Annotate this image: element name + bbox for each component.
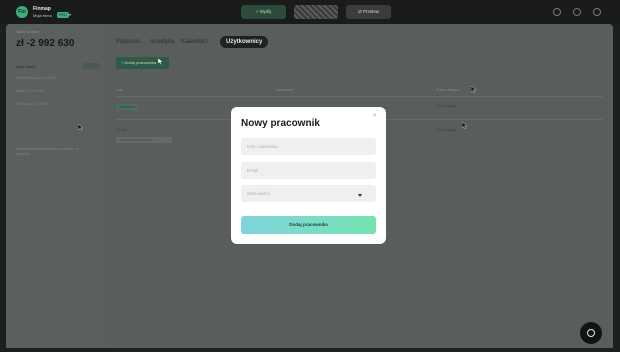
manage-accounts-button[interactable]: Zarządzaj bbox=[83, 63, 101, 69]
email-field[interactable] bbox=[241, 162, 376, 179]
cursor-icon bbox=[462, 122, 467, 129]
company-switcher[interactable]: Moja firma bbox=[33, 13, 52, 18]
transfer-button[interactable] bbox=[294, 5, 338, 19]
access-level[interactable]: Pełny dostęp bbox=[436, 104, 456, 108]
account-item[interactable]: Konto bieżące zł -500 000 bbox=[16, 76, 56, 80]
column-header-position: Stanowisko bbox=[276, 88, 294, 92]
send-button[interactable]: + Wyślij bbox=[241, 5, 286, 19]
column-header-name: Imię bbox=[116, 88, 123, 92]
accounts-sidebar: Saldo na dzień zł -2 992 630 Moje konta … bbox=[6, 24, 106, 348]
app-logo: Fin bbox=[16, 6, 28, 18]
add-employee-submit-button[interactable]: Dodaj pracownika bbox=[241, 216, 376, 234]
tab-users[interactable]: Użytkownicy bbox=[220, 36, 269, 48]
dialog-title: Nowy pracownik bbox=[241, 118, 320, 129]
accounts-section-title: Moje konta bbox=[16, 64, 36, 69]
settings-icon[interactable] bbox=[573, 8, 581, 16]
divider bbox=[116, 96, 603, 97]
cursor-icon bbox=[471, 86, 476, 93]
balance-caption: Saldo na dzień bbox=[16, 30, 40, 34]
name-field[interactable] bbox=[241, 138, 376, 155]
position-select[interactable]: Stanowisko bbox=[241, 185, 376, 202]
plan-badge: PRO bbox=[57, 12, 69, 18]
tab-calendar[interactable]: Kalendarz bbox=[181, 36, 208, 48]
column-header-access: Prawo dostępu bbox=[436, 88, 460, 92]
receive-button[interactable]: ⇄ Przelew bbox=[346, 5, 391, 19]
close-icon[interactable]: × bbox=[373, 113, 377, 119]
account-item[interactable]: Bank zł -2 400 630 bbox=[16, 89, 45, 93]
chevron-down-icon[interactable] bbox=[358, 194, 362, 197]
account-item[interactable]: Gotówka zł -107 000 bbox=[16, 102, 48, 106]
cursor-icon bbox=[158, 58, 163, 65]
new-employee-dialog: Nowy pracownik × Stanowisko Dodaj pracow… bbox=[231, 107, 386, 244]
chat-button[interactable] bbox=[580, 322, 602, 344]
employee-name: Kolega bbox=[116, 128, 127, 132]
total-balance: zł -2 992 630 bbox=[16, 38, 75, 49]
tab-payments[interactable]: Płatności bbox=[116, 36, 140, 48]
access-level[interactable]: Pełny dostęp bbox=[436, 128, 456, 132]
help-icon[interactable] bbox=[553, 8, 561, 16]
chevron-down-icon[interactable]: ▾ bbox=[69, 12, 71, 17]
no-permission-hint: W chwili obecnej nie masz uprawnień do p… bbox=[16, 147, 80, 156]
role-badge: Właściciel bbox=[116, 104, 138, 110]
profile-icon[interactable] bbox=[593, 8, 601, 16]
app-name: Finmap bbox=[33, 6, 51, 12]
top-bar: Fin Finmap Moja firma PRO ▾ + Wyślij ⇄ P… bbox=[0, 0, 620, 24]
cursor-icon bbox=[78, 124, 83, 131]
tab-analytics[interactable]: Analityka bbox=[150, 36, 174, 48]
permission-badge: Uprawnienia do płatności bbox=[116, 137, 172, 143]
